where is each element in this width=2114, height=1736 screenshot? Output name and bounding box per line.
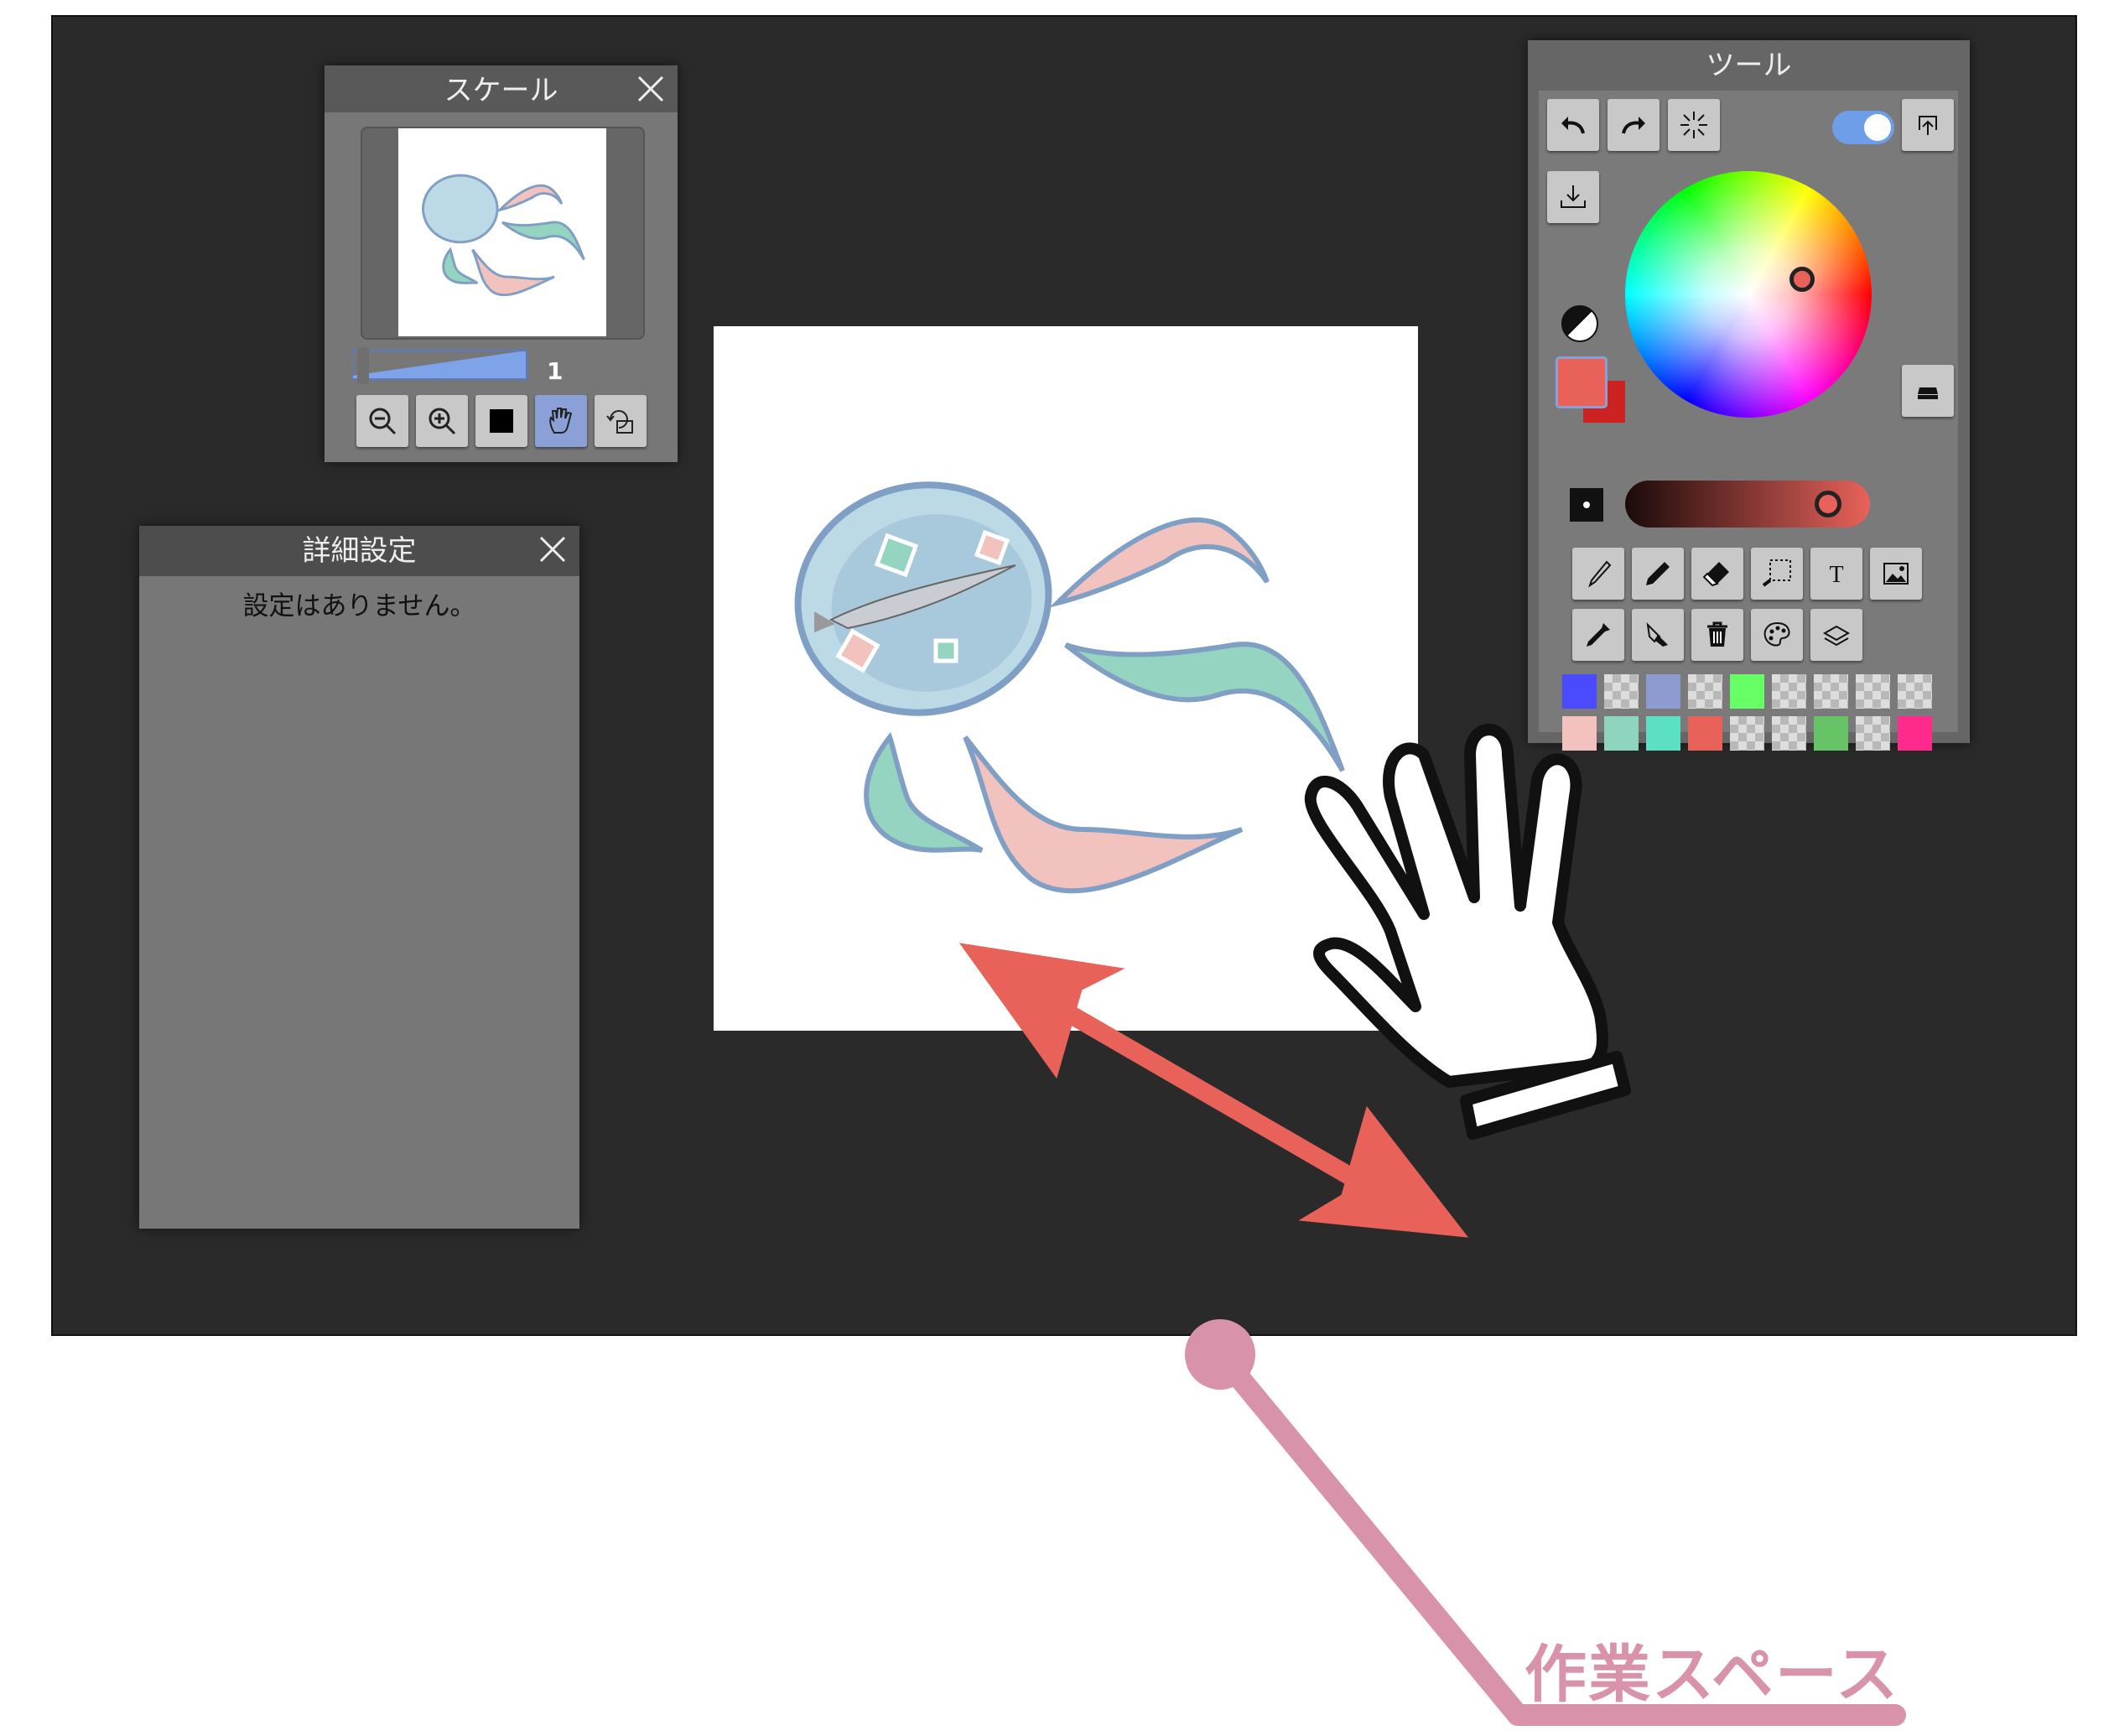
palette-swatch[interactable] bbox=[1772, 674, 1806, 709]
zoom-slider-track bbox=[351, 350, 527, 380]
eyedropper-tool-button[interactable] bbox=[1572, 609, 1624, 661]
fill-bucket-icon bbox=[1646, 622, 1668, 647]
thumbnail-artwork bbox=[422, 174, 585, 297]
selection-tool-button[interactable] bbox=[1751, 548, 1803, 600]
zoom-in-icon bbox=[429, 408, 456, 435]
eraser-tool-button[interactable] bbox=[1691, 548, 1743, 600]
effects-button[interactable] bbox=[1668, 99, 1720, 151]
palette-swatch[interactable] bbox=[1730, 674, 1764, 709]
tool-panel: ツール T bbox=[1528, 40, 1970, 751]
brush-size-dot[interactable] bbox=[1570, 488, 1603, 522]
tool-panel-body: T bbox=[1539, 91, 1958, 751]
zoom-slider-thumb[interactable] bbox=[356, 347, 369, 384]
brush-icon bbox=[1588, 560, 1612, 588]
fit-screen-button[interactable] bbox=[475, 395, 527, 447]
zoom-out-icon bbox=[369, 408, 397, 435]
sparkle-icon bbox=[1680, 112, 1707, 138]
detail-panel-header[interactable]: 詳細設定 bbox=[139, 526, 579, 576]
palette-swatch[interactable] bbox=[1772, 716, 1806, 751]
clear-button[interactable] bbox=[1691, 609, 1743, 661]
pen-icon bbox=[1646, 562, 1670, 585]
close-icon[interactable] bbox=[636, 74, 666, 104]
brightness-slider[interactable] bbox=[1625, 481, 1870, 528]
palette-swatch[interactable] bbox=[1562, 674, 1597, 709]
brightness-slider-knob[interactable] bbox=[1815, 491, 1841, 517]
color-wheel-saturation bbox=[1625, 171, 1872, 418]
color-wheel[interactable] bbox=[1625, 171, 1872, 418]
color-tray-icon bbox=[1918, 387, 1938, 399]
palette-swatch[interactable] bbox=[1814, 716, 1848, 751]
preview-thumbnail bbox=[398, 128, 606, 336]
hand-pan-icon bbox=[549, 408, 573, 434]
palette-swatch[interactable] bbox=[1646, 674, 1680, 709]
hand-tool-button[interactable] bbox=[535, 395, 587, 447]
brush-size-dot-inner bbox=[1583, 502, 1590, 508]
layers-button[interactable] bbox=[1810, 609, 1862, 661]
zoom-value: 1 bbox=[547, 357, 564, 385]
color-wheel-marker[interactable] bbox=[1789, 267, 1815, 292]
pan-double-arrow bbox=[958, 943, 1469, 1238]
redo-button[interactable] bbox=[1608, 99, 1660, 151]
layers-icon bbox=[1822, 625, 1851, 647]
close-icon[interactable] bbox=[538, 534, 568, 564]
primary-color-swatch[interactable] bbox=[1556, 356, 1608, 408]
swap-colors-icon[interactable] bbox=[1561, 305, 1598, 342]
selection-icon bbox=[1762, 559, 1791, 587]
import-button[interactable] bbox=[1547, 171, 1599, 223]
image-icon bbox=[1883, 563, 1909, 585]
palette-icon bbox=[1763, 621, 1790, 647]
export-button[interactable] bbox=[1902, 99, 1954, 151]
detail-panel-title: 詳細設定 bbox=[302, 534, 417, 568]
palette-swatch[interactable] bbox=[1898, 674, 1932, 709]
svg-text:T: T bbox=[1829, 562, 1843, 588]
palette-swatch[interactable] bbox=[1688, 716, 1722, 751]
brush-tool-button[interactable] bbox=[1572, 548, 1624, 600]
scale-panel-title: スケール bbox=[444, 74, 558, 107]
zoom-out-button[interactable] bbox=[356, 395, 408, 447]
detail-panel-message: 設定はありません。 bbox=[242, 591, 476, 621]
zoom-slider[interactable] bbox=[351, 347, 528, 384]
tool-panel-header[interactable]: ツール bbox=[1528, 40, 1970, 89]
palette-swatch[interactable] bbox=[1856, 716, 1890, 751]
image-tool-button[interactable] bbox=[1870, 548, 1922, 600]
mode-toggle[interactable] bbox=[1832, 111, 1894, 144]
mode-toggle-knob bbox=[1864, 114, 1891, 141]
color-settings-button[interactable] bbox=[1902, 365, 1954, 417]
rotate-canvas-icon bbox=[606, 410, 633, 434]
text-tool-button[interactable]: T bbox=[1810, 548, 1862, 600]
palette-swatch[interactable] bbox=[1730, 716, 1764, 751]
download-icon bbox=[1561, 185, 1586, 208]
rotate-button[interactable] bbox=[595, 395, 647, 447]
workspace-annotation-label: 作業スペース bbox=[1524, 1639, 1900, 1711]
palette-swatch[interactable] bbox=[1856, 674, 1890, 709]
fish-bubble bbox=[794, 481, 1052, 716]
trash-icon bbox=[1707, 621, 1727, 647]
tool-panel-title: ツール bbox=[1706, 49, 1792, 82]
undo-button[interactable] bbox=[1547, 99, 1599, 151]
palette-button[interactable] bbox=[1751, 609, 1803, 661]
scale-preview[interactable] bbox=[361, 127, 645, 340]
palette-swatch[interactable] bbox=[1898, 716, 1932, 751]
text-icon: T bbox=[1829, 562, 1843, 588]
zoom-in-button[interactable] bbox=[416, 395, 468, 447]
fill-tool-button[interactable] bbox=[1632, 609, 1684, 661]
export-icon bbox=[1919, 116, 1937, 135]
scale-panel: スケール 1 bbox=[325, 65, 678, 462]
palette-swatch[interactable] bbox=[1814, 674, 1848, 709]
scale-panel-header[interactable]: スケール bbox=[325, 65, 678, 112]
eyedropper-icon bbox=[1587, 623, 1610, 647]
pen-tool-button[interactable] bbox=[1632, 548, 1684, 600]
undo-icon bbox=[1561, 117, 1585, 134]
redo-icon bbox=[1622, 117, 1645, 134]
palette-swatch[interactable] bbox=[1688, 674, 1722, 709]
detail-settings-panel: 詳細設定 設定はありません。 bbox=[139, 526, 579, 1229]
palette-swatch[interactable] bbox=[1604, 674, 1639, 709]
eraser-icon bbox=[1702, 562, 1729, 587]
fit-black-square-icon bbox=[490, 409, 513, 433]
palette-swatch[interactable] bbox=[1646, 716, 1680, 751]
